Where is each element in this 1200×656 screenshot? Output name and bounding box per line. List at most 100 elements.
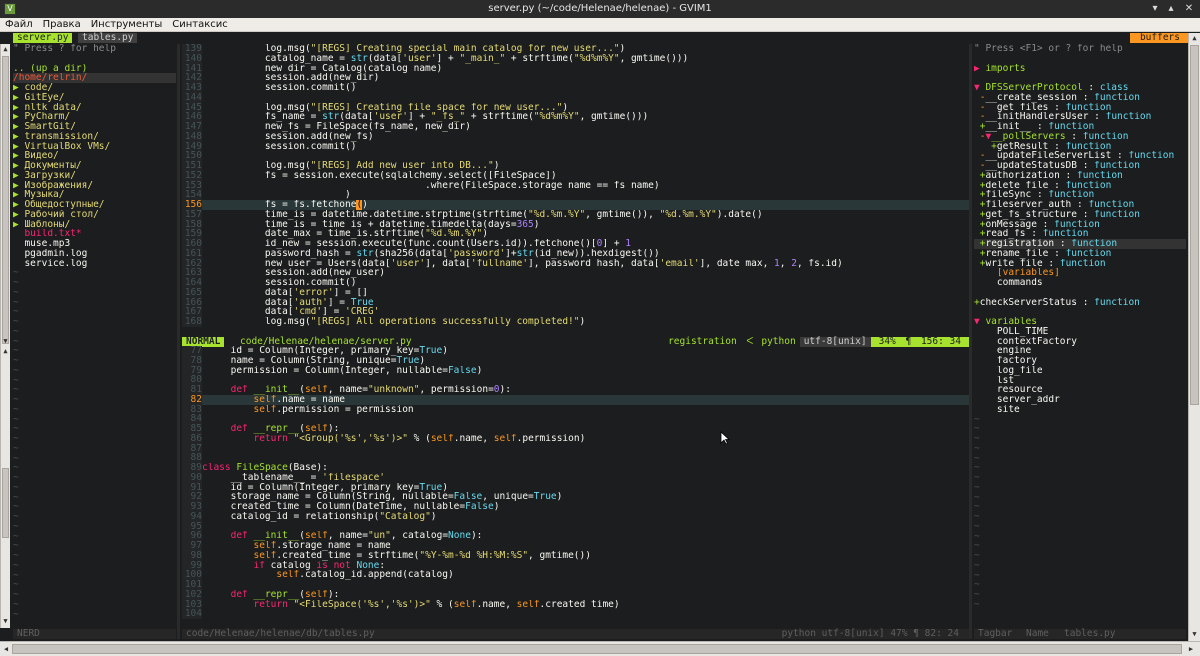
- nerdtree-file[interactable]: build.txt*: [13, 229, 176, 239]
- tagbar-variable[interactable]: log_file: [974, 366, 1186, 376]
- tagbar-variables-label[interactable]: [variables]: [974, 268, 1186, 278]
- tab-tables-py[interactable]: tables.py: [78, 33, 138, 43]
- scrollbar-thumb[interactable]: [2, 468, 9, 538]
- tagbar-member[interactable]: +__init__ : function: [974, 122, 1186, 132]
- split-separator[interactable]: [969, 44, 972, 639]
- tagbar-member[interactable]: -▼__pollServers : function: [974, 132, 1186, 142]
- empty-line-marker: ~: [13, 541, 19, 551]
- tagbar-variable[interactable]: contextFactory: [974, 337, 1186, 347]
- tagbar-member[interactable]: +delete_file : function: [974, 181, 1186, 191]
- nerdtree-dir[interactable]: ▶ PyCharm/: [13, 112, 176, 122]
- empty-line-marker: ~: [974, 482, 980, 493]
- empty-line-marker: ~: [13, 307, 19, 317]
- menu-file[interactable]: Файл: [0, 18, 38, 30]
- scrollbar-thumb[interactable]: [12, 644, 1182, 654]
- scroll-down-icon[interactable]: ▼: [1, 336, 10, 346]
- scrollbar-thumb[interactable]: [1190, 45, 1199, 405]
- code-window-tables-py[interactable]: 77 id = Column(Integer, primary_key=True…: [182, 346, 969, 628]
- tagbar-variable[interactable]: site: [974, 405, 1186, 415]
- tagbar-member[interactable]: +get_fs_structure : function: [974, 210, 1186, 220]
- nerdtree-dir[interactable]: ▶ Музыка/: [13, 190, 176, 200]
- scrollbar-thumb[interactable]: [2, 56, 9, 344]
- tagbar-class[interactable]: ▼ DFSServerProtocol : class: [974, 83, 1186, 93]
- nerdtree-dir[interactable]: ▶ nltk_data/: [13, 103, 176, 113]
- tagbar-variable[interactable]: POLL_TIME: [974, 327, 1186, 337]
- nerdtree-dir[interactable]: ▶ Загрузки/: [13, 171, 176, 181]
- empty-line-marker: ~: [974, 463, 980, 473]
- nerdtree-file[interactable]: muse.mp3: [13, 239, 176, 249]
- minimize-icon[interactable]: ▾: [1148, 2, 1162, 16]
- tagbar-variable[interactable]: factory: [974, 356, 1186, 366]
- empty-line-marker: ~: [974, 434, 980, 444]
- tagbar-variable[interactable]: resource: [974, 385, 1186, 395]
- menu-tools[interactable]: Инструменты: [86, 18, 168, 30]
- menu-edit[interactable]: Правка: [38, 18, 86, 30]
- tagbar-member[interactable]: +authorization : function: [974, 171, 1186, 181]
- vim-editor[interactable]: server.py tables.py buffers ▲ ▼ ▲ ▼ " Pr…: [0, 33, 1188, 641]
- collapsed-arrow-icon: ▶: [13, 83, 25, 93]
- tagbar-member[interactable]: +read_fs : function: [974, 229, 1186, 239]
- tagbar-member[interactable]: +onMessage : function: [974, 220, 1186, 230]
- tagbar-member[interactable]: +registration : function: [974, 239, 1186, 249]
- scroll-down-icon[interactable]: ▼: [1189, 629, 1200, 639]
- tagbar-member[interactable]: +fileserver_auth : function: [974, 200, 1186, 210]
- close-icon[interactable]: ✕: [1182, 2, 1196, 16]
- tagbar-member[interactable]: -__updateFileServerList : function: [974, 151, 1186, 161]
- tagbar-check-server-status[interactable]: +checkServerStatus : function: [974, 298, 1186, 308]
- tab-server-py[interactable]: server.py: [13, 33, 73, 43]
- nerdtree-dir[interactable]: ▶ Шаблоны/: [13, 220, 176, 230]
- tagbar-variable[interactable]: engine: [974, 346, 1186, 356]
- nerdtree-dir[interactable]: ▶ Видео/: [13, 151, 176, 161]
- tagbar-member[interactable]: +rename_file : function: [974, 249, 1186, 259]
- scroll-right-icon[interactable]: ▶: [1186, 644, 1196, 654]
- tagbar-member[interactable]: +write_file : function: [974, 259, 1186, 269]
- empty-line-marker: ~: [13, 482, 19, 493]
- nerdtree-dir[interactable]: ▶ GitEye/: [13, 93, 176, 103]
- tagbar-variable[interactable]: lst: [974, 376, 1186, 386]
- menu-syntax[interactable]: Синтаксис: [167, 18, 233, 30]
- scroll-down-icon[interactable]: ▼: [1, 616, 10, 626]
- empty-line-marker: ~: [13, 512, 19, 522]
- tagbar-member[interactable]: -__create_session : function: [974, 93, 1186, 103]
- scroll-up-icon[interactable]: ▲: [1, 44, 10, 54]
- scroll-left-icon[interactable]: ◀: [1, 644, 11, 654]
- nerdtree-file[interactable]: pgadmin.log: [13, 249, 176, 259]
- nerdtree-dir[interactable]: ▶ Общедоступные/: [13, 200, 176, 210]
- nerdtree-dir[interactable]: ▶ Изображения/: [13, 181, 176, 191]
- tagbar-member[interactable]: -__updateStatusDB : function: [974, 161, 1186, 171]
- empty-line-marker: ~: [13, 570, 19, 581]
- collapsed-arrow-icon: ▶: [13, 92, 25, 103]
- nerdtree-dir[interactable]: ▶ transmission/: [13, 132, 176, 142]
- tagbar-imports[interactable]: ▶ imports: [974, 64, 1186, 74]
- tagbar-commands[interactable]: commands: [974, 278, 1186, 288]
- horizontal-scrollbar[interactable]: ◀ ▶: [0, 641, 1200, 656]
- tagbar-variables-header[interactable]: ▼ variables: [974, 317, 1186, 327]
- vertical-scrollbar[interactable]: ▲ ▼: [1188, 33, 1200, 641]
- scroll-up-icon[interactable]: ▲: [1189, 33, 1200, 43]
- nerdtree-root[interactable]: /home/relrin/: [13, 73, 176, 83]
- nerdtree-dir[interactable]: ▶ VirtualBox VMs/: [13, 142, 176, 152]
- nerdtree-file[interactable]: service.log: [13, 259, 176, 269]
- tagbar-member[interactable]: +getResult : function: [974, 142, 1186, 152]
- buffers-indicator[interactable]: buffers: [1129, 33, 1188, 43]
- mouse-cursor-icon: [720, 431, 730, 445]
- nerdtree-dir[interactable]: ▶ Документы/: [13, 161, 176, 171]
- tagbar-member[interactable]: +fileSync : function: [974, 190, 1186, 200]
- split-separator[interactable]: [177, 44, 180, 639]
- code-window-server-py[interactable]: 139 log.msg("[REGS] Creating special mai…: [182, 44, 969, 338]
- nerdtree-updir[interactable]: .. (up a dir): [13, 64, 176, 74]
- collapsed-arrow-icon: ▶: [13, 190, 25, 200]
- nerdtree-scrollbar[interactable]: ▲ ▼ ▲ ▼: [0, 44, 10, 628]
- empty-line-marker: ~: [13, 453, 19, 464]
- nerdtree-dir[interactable]: ▶ SmartGit/: [13, 122, 176, 132]
- tagbar-member[interactable]: -__initHandlersUser : function: [974, 112, 1186, 122]
- collapsed-arrow-icon: ▶: [13, 141, 25, 152]
- collapsed-arrow-icon: ▶: [13, 131, 25, 142]
- scroll-up-icon[interactable]: ▲: [1, 346, 10, 356]
- maximize-icon[interactable]: ▴: [1164, 2, 1178, 16]
- tagbar-variable[interactable]: server_addr: [974, 395, 1186, 405]
- tagbar-member[interactable]: -__get_files : function: [974, 103, 1186, 113]
- nerdtree-dir[interactable]: ▶ code/: [13, 83, 176, 93]
- empty-line-marker: ~: [13, 609, 19, 620]
- nerdtree-dir[interactable]: ▶ Рабочий стол/: [13, 210, 176, 220]
